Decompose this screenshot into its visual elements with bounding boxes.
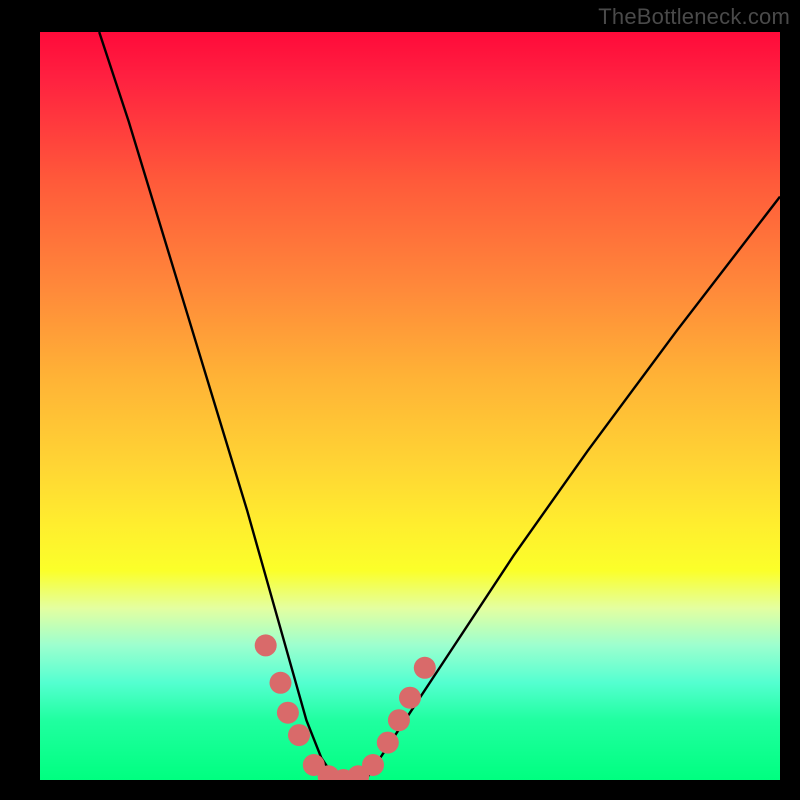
marker-bottom-3 [332,769,354,780]
data-markers [255,634,436,780]
marker-bottom-1 [303,754,325,776]
marker-right-marker-4 [414,657,436,679]
chart-svg [40,32,780,780]
plot-area [40,32,780,780]
marker-bottom-2 [318,765,340,780]
marker-left-marker-2 [270,672,292,694]
marker-right-marker-2 [388,709,410,731]
marker-bottom-5 [362,754,384,776]
marker-left-marker-4 [288,724,310,746]
chart-frame: TheBottleneck.com [0,0,800,800]
marker-right-marker-3 [399,687,421,709]
marker-bottom-4 [347,765,369,780]
bottleneck-curve [99,32,780,780]
watermark-text: TheBottleneck.com [598,4,790,30]
marker-left-marker-1 [255,634,277,656]
marker-right-marker-1 [377,732,399,754]
marker-left-marker-3 [277,702,299,724]
